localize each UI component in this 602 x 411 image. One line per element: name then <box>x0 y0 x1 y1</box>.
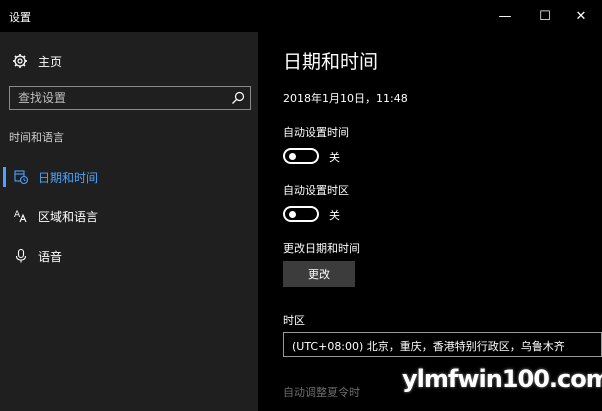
close-icon: ✕ <box>575 8 587 24</box>
minimize-button[interactable]: — <box>490 6 520 26</box>
title-bar: 设置 — ☐ ✕ <box>0 0 602 32</box>
sidebar-item-label: 主页 <box>38 55 63 69</box>
svg-text:A: A <box>14 210 21 220</box>
watermark: ylmfwin100.com <box>402 365 602 393</box>
maximize-icon: ☐ <box>539 8 551 24</box>
microphone-icon <box>15 248 27 263</box>
auto-timezone-toggle[interactable] <box>283 206 319 222</box>
search-icon[interactable] <box>231 91 245 105</box>
gear-icon <box>13 54 27 68</box>
active-indicator <box>3 167 6 187</box>
sidebar-item-label: 区域和语言 <box>38 210 99 224</box>
auto-timezone-label: 自动设置时区 <box>283 184 349 197</box>
timezone-value: (UTC+08:00) 北京，重庆，香港特别行政区，乌鲁木齐 <box>292 340 565 353</box>
app-title: 设置 <box>9 11 31 24</box>
timezone-select[interactable]: (UTC+08:00) 北京，重庆，香港特别行政区，乌鲁木齐 <box>283 332 602 357</box>
toggle-knob <box>289 211 296 218</box>
timezone-label: 时区 <box>283 314 305 327</box>
minimize-icon: — <box>498 8 512 24</box>
sidebar-item-date-time[interactable]: 日期和时间 <box>0 161 258 193</box>
close-button[interactable]: ✕ <box>566 6 596 26</box>
maximize-button[interactable]: ☐ <box>530 6 560 26</box>
change-datetime-label: 更改日期和时间 <box>283 242 360 255</box>
auto-time-toggle[interactable] <box>283 148 319 164</box>
sidebar-item-label: 语音 <box>38 250 63 264</box>
change-button[interactable]: 更改 <box>283 261 355 287</box>
settings-window: 设置 — ☐ ✕ 主页 查找设置 时间和语言 日期和时间 A 区域和语言 语音 … <box>0 0 602 411</box>
dst-label: 自动调整夏令时 <box>283 386 360 399</box>
calendar-clock-icon <box>14 170 29 185</box>
sidebar-item-label: 日期和时间 <box>38 171 99 185</box>
auto-time-state: 关 <box>329 151 340 164</box>
search-box[interactable] <box>9 86 251 110</box>
search-input[interactable] <box>18 89 218 107</box>
toggle-knob <box>289 153 296 160</box>
main-content: 日期和时间 2018年1月10日，11:48 自动设置时间 关 自动设置时区 关… <box>258 32 602 411</box>
sidebar-item-speech[interactable]: 语音 <box>0 240 258 272</box>
sidebar: 主页 时间和语言 日期和时间 A <box>0 32 258 411</box>
section-title: 时间和语言 <box>9 131 64 144</box>
sidebar-item-region-language[interactable]: A 区域和语言 <box>0 200 258 232</box>
current-datetime: 2018年1月10日，11:48 <box>283 92 408 105</box>
page-title: 日期和时间 <box>283 51 379 73</box>
auto-timezone-state: 关 <box>329 209 340 222</box>
region-language-icon: A <box>14 210 27 223</box>
sidebar-item-home[interactable]: 主页 <box>0 48 258 74</box>
auto-time-label: 自动设置时间 <box>283 126 349 139</box>
